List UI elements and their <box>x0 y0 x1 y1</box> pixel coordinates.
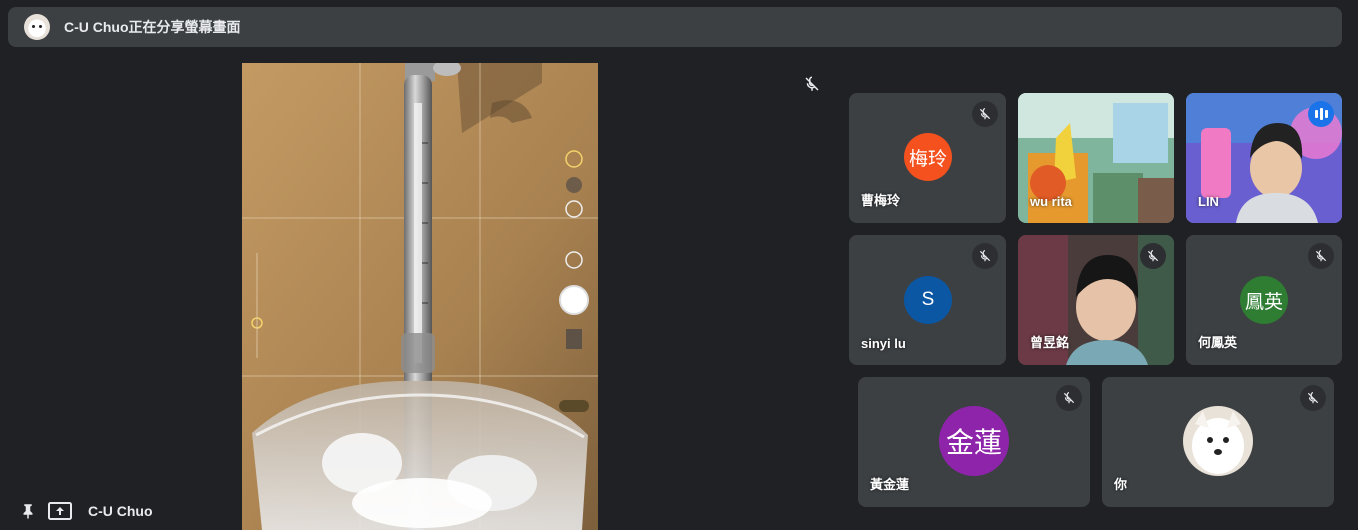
participant-tile[interactable]: 金蓮 黃金蓮 <box>858 377 1090 507</box>
participant-tile[interactable]: 鳳英 何鳳英 <box>1186 235 1342 365</box>
participant-name: sinyi lu <box>861 336 906 351</box>
participant-name: 何鳳英 <box>1198 335 1238 350</box>
participant-name: 曹梅玲 <box>861 193 901 208</box>
participant-avatar: 金蓮 <box>939 406 1009 476</box>
presenter-name: C-U Chuo <box>88 503 153 519</box>
presenting-banner-text: C-U Chuo正在分享螢幕畫面 <box>64 19 241 35</box>
participant-tile[interactable]: 梅玲 曹梅玲 <box>849 93 1006 223</box>
participant-avatar: 鳳英 <box>1240 276 1288 324</box>
mic-off-icon <box>1140 243 1166 269</box>
participant-name: wu rita <box>1030 194 1072 209</box>
participant-tile[interactable]: S sinyi lu <box>849 235 1006 365</box>
participant-name: LIN <box>1198 194 1219 209</box>
speaking-indicator-icon <box>1308 101 1334 127</box>
participant-name: 曾昱銘 <box>1030 335 1070 350</box>
shared-screen[interactable] <box>242 63 598 530</box>
participant-name: 黃金蓮 <box>870 477 910 492</box>
shared-screen-content <box>242 63 598 530</box>
mic-off-icon <box>1056 385 1082 411</box>
pin-icon[interactable] <box>19 502 37 520</box>
participant-avatar <box>1183 406 1253 476</box>
mic-off-icon <box>805 76 819 91</box>
participant-name: 你 <box>1114 477 1128 492</box>
mic-off-icon <box>972 101 998 127</box>
participant-tile[interactable]: 你 <box>1102 377 1334 507</box>
participant-tile[interactable]: LIN <box>1186 93 1342 223</box>
mic-off-icon <box>1308 243 1334 269</box>
mic-off-icon <box>972 243 998 269</box>
participant-avatar: 梅玲 <box>904 133 952 181</box>
presenting-banner: C-U Chuo正在分享螢幕畫面 <box>8 7 1342 47</box>
presenter-avatar <box>24 14 50 40</box>
present-screen-icon[interactable] <box>48 501 72 521</box>
participant-tile[interactable]: 曾昱銘 <box>1018 235 1174 365</box>
mic-off-icon <box>1300 385 1326 411</box>
participant-avatar: S <box>904 276 952 324</box>
participant-tile[interactable]: wu rita <box>1018 93 1174 223</box>
